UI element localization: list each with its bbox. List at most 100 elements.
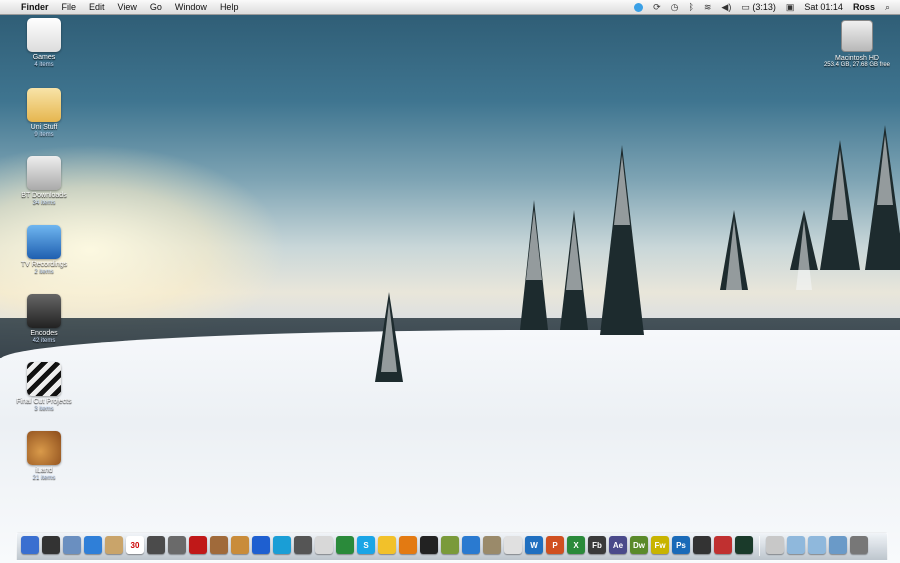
- dock-app-icon-9[interactable]: [210, 536, 228, 554]
- dock-stack-icon-0[interactable]: [766, 536, 784, 554]
- time-machine-icon[interactable]: ◷: [671, 0, 679, 14]
- pine-tree: [865, 125, 900, 270]
- menu-view[interactable]: View: [118, 0, 137, 14]
- tv-recordings-icon: [27, 225, 61, 259]
- dock-app-icon-27[interactable]: Fb: [588, 536, 606, 554]
- dock-items: 30 S W P X Fb Ae Dw Fw Ps: [21, 536, 868, 556]
- final-cut-clapper-icon: [27, 362, 61, 396]
- dock-separator: [759, 536, 760, 556]
- user-menu[interactable]: Ross: [853, 0, 875, 14]
- desktop-icon-count: 4 items: [34, 62, 54, 68]
- menu-window[interactable]: Window: [175, 0, 207, 14]
- dock-stack-icon-4[interactable]: [850, 536, 868, 554]
- desktop-icon-label: Uni Stuff: [30, 124, 58, 131]
- spotlight-search-icon[interactable]: ⌕: [885, 0, 890, 14]
- desktop-icon-encodes[interactable]: Encodes 42 items: [10, 294, 78, 345]
- dock-app-icon-30[interactable]: Fw: [651, 536, 669, 554]
- dock-app-icon-29[interactable]: Dw: [630, 536, 648, 554]
- desktop-icon-count: 2 items: [34, 269, 54, 275]
- desktop-icon-label: Games: [32, 54, 56, 61]
- desktop-icon-bt-downloads[interactable]: BT Downloads 34 items: [10, 156, 78, 207]
- dock-app-icon-21[interactable]: [462, 536, 480, 554]
- dock-app-icon-4[interactable]: [105, 536, 123, 554]
- desktop-icon-label: iLand: [35, 467, 53, 474]
- menu-help[interactable]: Help: [220, 0, 239, 14]
- battery-status[interactable]: ▭ (3:13): [741, 0, 776, 14]
- desktop-icon-count: 3 items: [34, 406, 54, 412]
- dock-app-icon-7[interactable]: [168, 536, 186, 554]
- display-icon[interactable]: ▣: [786, 0, 795, 14]
- dock-app-icon-1[interactable]: [42, 536, 60, 554]
- desktop-icon-macintosh-hd[interactable]: Macintosh HD 253.4 GB, 27.68 GB free: [820, 20, 894, 68]
- wifi-icon[interactable]: ≋: [704, 0, 712, 14]
- dock-app-icon-16[interactable]: S: [357, 536, 375, 554]
- dock-app-icon-15[interactable]: [336, 536, 354, 554]
- guitar-icon: [27, 431, 61, 465]
- menu-go[interactable]: Go: [150, 0, 162, 14]
- battery-icon: ▭: [741, 2, 750, 12]
- dock-app-icon-34[interactable]: [735, 536, 753, 554]
- pine-tree: [375, 292, 403, 382]
- dock-app-icon-6[interactable]: [147, 536, 165, 554]
- desktop-icon-label: Final Cut Projects: [16, 398, 72, 405]
- dock-app-icon-0[interactable]: [21, 536, 39, 554]
- dock-app-icon-33[interactable]: [714, 536, 732, 554]
- pine-tree: [600, 145, 644, 335]
- dock-app-icon-24[interactable]: W: [525, 536, 543, 554]
- dock-app-icon-17[interactable]: [378, 536, 396, 554]
- desktop-icon-tv-recordings[interactable]: TV Recordings 2 items: [10, 225, 78, 276]
- dock-app-icon-25[interactable]: P: [546, 536, 564, 554]
- dock-app-icon-8[interactable]: [189, 536, 207, 554]
- encodes-icon: [27, 294, 61, 328]
- desktop-icon-iland[interactable]: iLand 21 items: [10, 431, 78, 482]
- dock-app-icon-2[interactable]: [63, 536, 81, 554]
- dock-app-icon-18[interactable]: [399, 536, 417, 554]
- dock-stack-icon-1[interactable]: [787, 536, 805, 554]
- dock-app-icon-28[interactable]: Ae: [609, 536, 627, 554]
- volume-icon[interactable]: ◀): [721, 0, 731, 14]
- dock-app-icon-12[interactable]: [273, 536, 291, 554]
- menu-edit[interactable]: Edit: [89, 0, 105, 14]
- dock-app-icon-10[interactable]: [231, 536, 249, 554]
- menu-file[interactable]: File: [62, 0, 77, 14]
- games-folder-icon: [27, 18, 61, 52]
- dock-app-icon-11[interactable]: [252, 536, 270, 554]
- dock-app-icon-31[interactable]: Ps: [672, 536, 690, 554]
- dock: 30 S W P X Fb Ae Dw Fw Ps: [16, 532, 888, 561]
- dock-app-icon-14[interactable]: [315, 536, 333, 554]
- status-app-icon[interactable]: [634, 2, 644, 12]
- dock-app-icon-20[interactable]: [441, 536, 459, 554]
- dock-app-icon-22[interactable]: [483, 536, 501, 554]
- dock-app-icon-23[interactable]: [504, 536, 522, 554]
- pine-tree: [520, 200, 548, 330]
- uni-stuff-folder-icon: [27, 88, 61, 122]
- desktop-icon-label: Macintosh HD: [835, 55, 879, 62]
- dock-app-icon-13[interactable]: [294, 536, 312, 554]
- desktop-icon-final-cut-projects[interactable]: Final Cut Projects 3 items: [10, 362, 78, 413]
- hard-drive-icon: [841, 20, 873, 52]
- dock-app-icon-5[interactable]: 30: [126, 536, 144, 554]
- battery-time: (3:13): [752, 2, 776, 12]
- bluetooth-icon[interactable]: ᛒ: [688, 0, 693, 14]
- dock-app-icon-3[interactable]: [84, 536, 102, 554]
- desktop-icon-games[interactable]: Games 4 items: [10, 18, 78, 69]
- desktop-icon-count: 9 items: [34, 132, 54, 138]
- menu-finder[interactable]: Finder: [21, 0, 49, 14]
- pine-tree: [720, 210, 748, 290]
- menu-clock[interactable]: Sat 01:14: [804, 0, 843, 14]
- desktop-icon-count: 34 items: [32, 200, 56, 206]
- pine-tree: [790, 210, 818, 290]
- desktop-icon-label: Encodes: [30, 330, 58, 337]
- dock-app-icon-32[interactable]: [693, 536, 711, 554]
- snow-field: [0, 330, 900, 563]
- dock-app-icon-19[interactable]: [420, 536, 438, 554]
- bt-downloads-icon: [27, 156, 61, 190]
- desktop-icon-uni-stuff[interactable]: Uni Stuff 9 items: [10, 88, 78, 139]
- dock-stack-icon-2[interactable]: [808, 536, 826, 554]
- dock-stack-icon-3[interactable]: [829, 536, 847, 554]
- dock-app-icon-26[interactable]: X: [567, 536, 585, 554]
- menu-bar: Finder File Edit View Go Window Help ⟳ ◷…: [0, 0, 900, 15]
- pine-tree: [820, 140, 860, 270]
- desktop-icon-label: BT Downloads: [21, 192, 67, 199]
- sync-icon[interactable]: ⟳: [653, 0, 661, 14]
